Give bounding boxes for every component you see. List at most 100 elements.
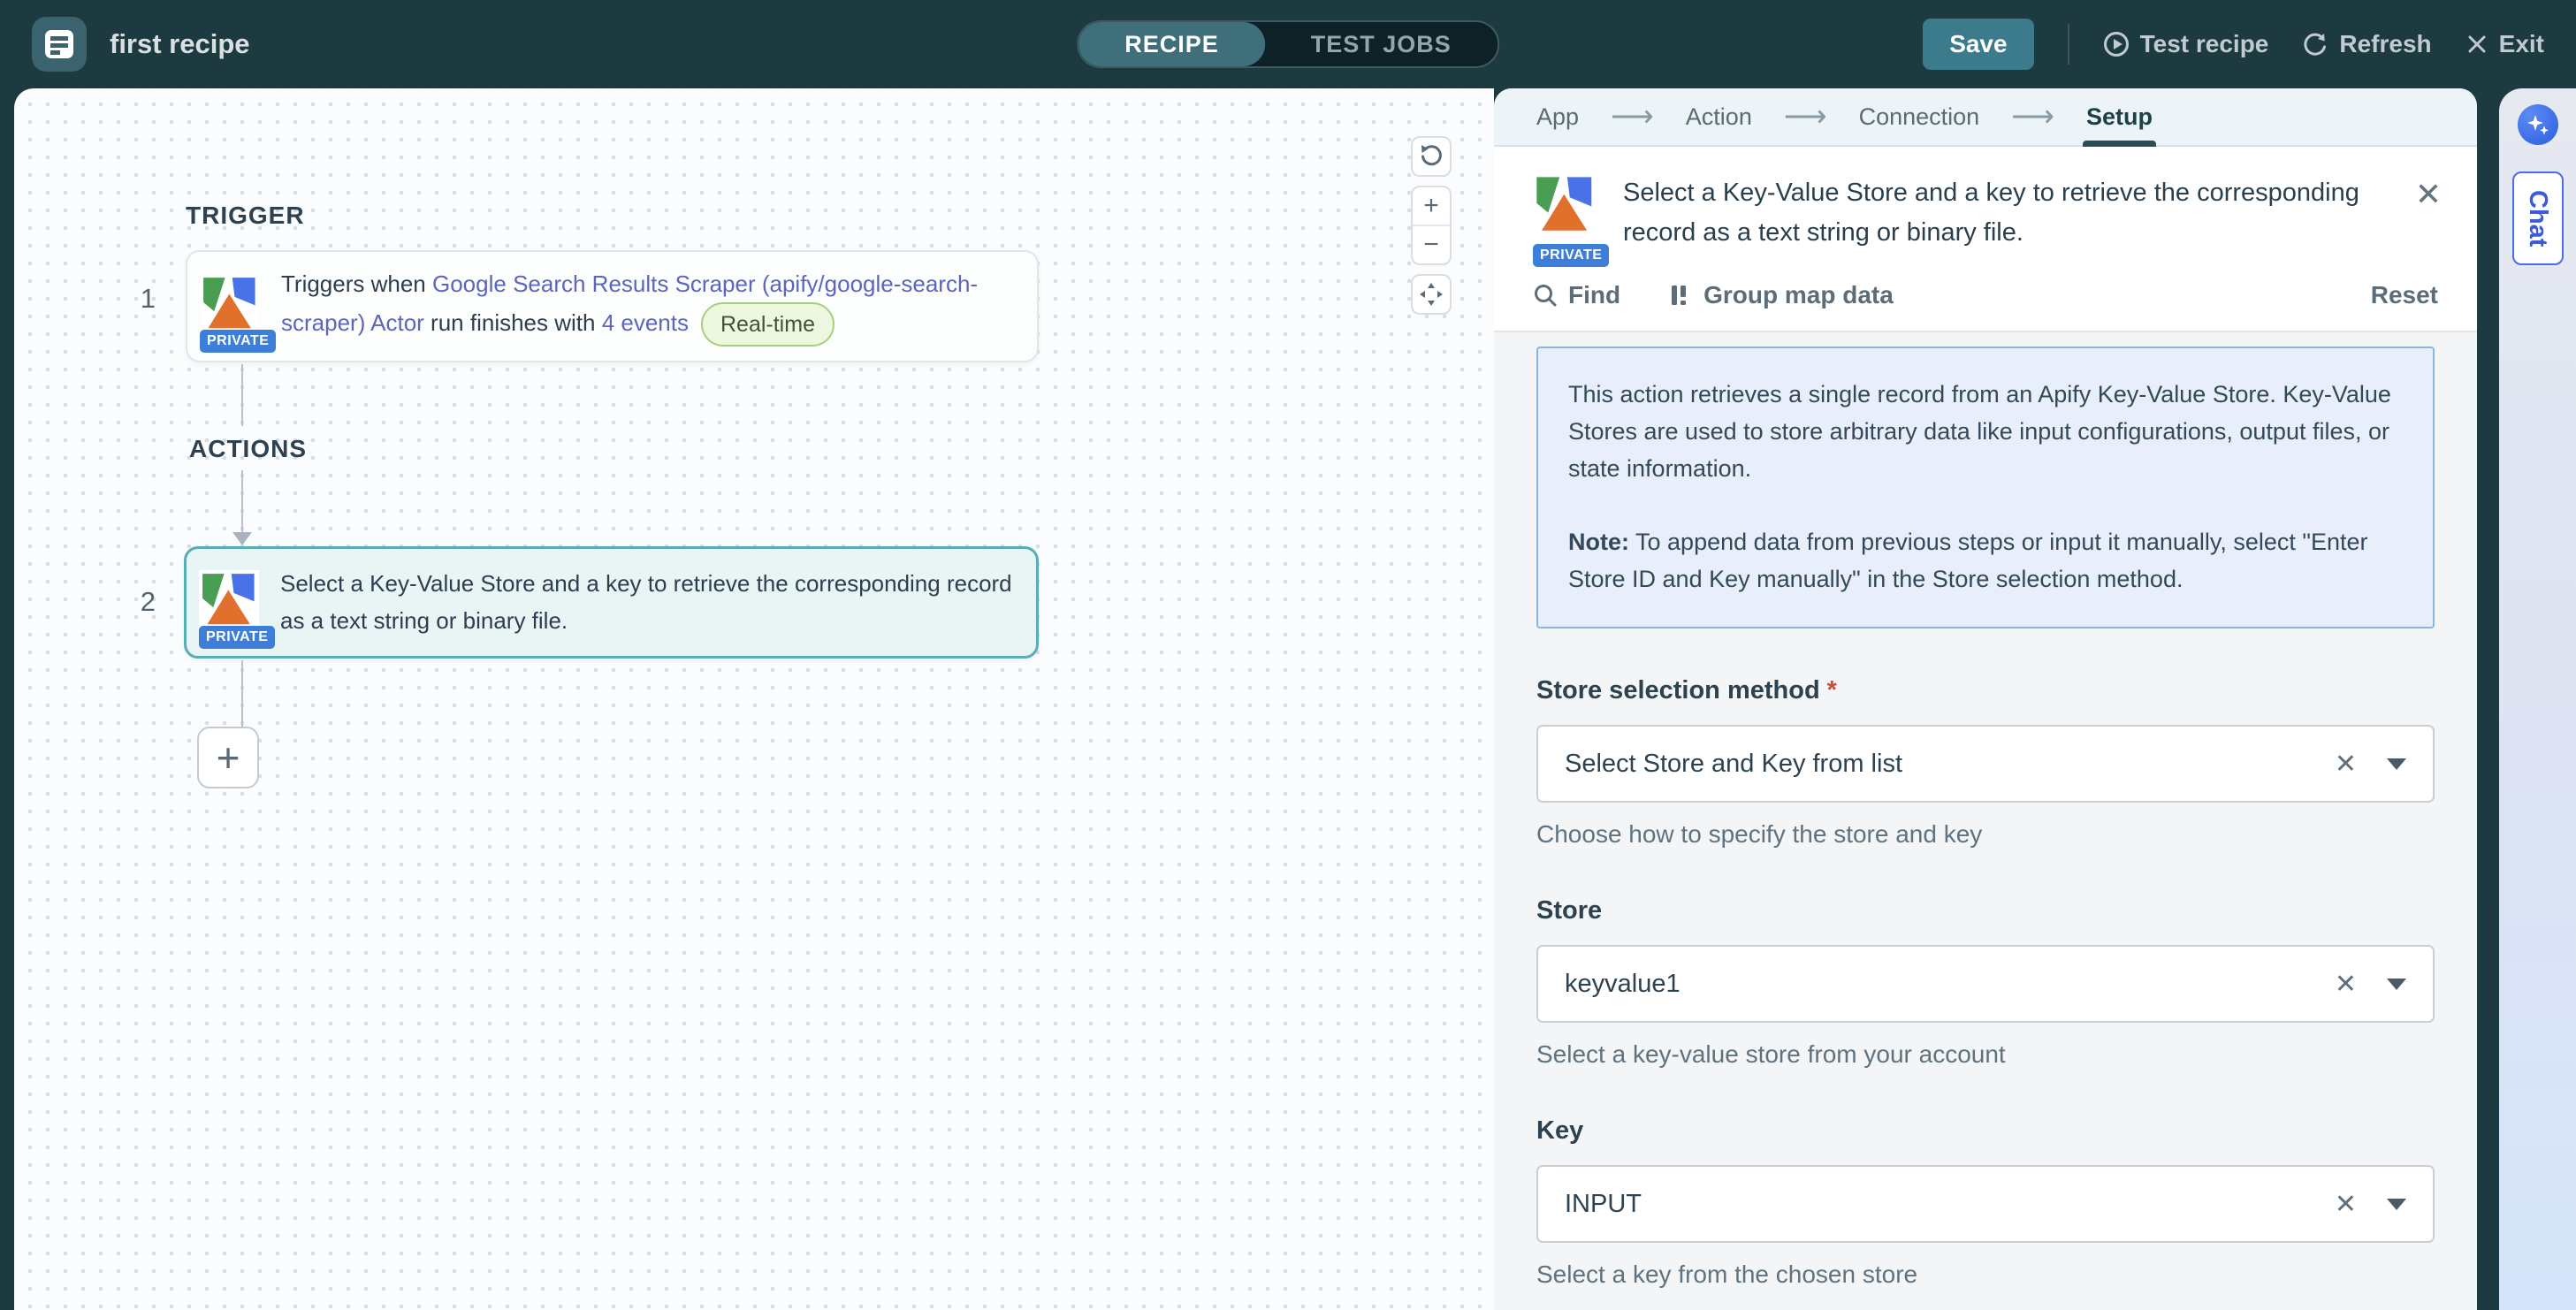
trigger-text-plain: run finishes with [424,309,602,336]
field-store: Store keyvalue1 ✕ Select a key-value sto… [1536,896,2435,1069]
chevron-down-icon[interactable] [2387,979,2406,990]
arrow-right-icon: ⟶ [1611,102,1654,132]
field-label: Store selection method* [1536,676,2435,705]
panel-title-row: PRIVATE Select a Key-Value Store and a k… [1494,147,2477,276]
recipe-testjobs-toggle: RECIPE TEST JOBS [1077,20,1499,68]
apify-icon [1533,173,1597,237]
trigger-section-label: TRIGGER [186,202,305,230]
chevron-down-icon[interactable] [2387,1199,2406,1210]
arrow-right-icon: ⟶ [2011,102,2054,132]
group-map-data-label: Group map data [1703,281,1894,309]
page-title: first recipe [110,28,250,60]
panel-title: Select a Key-Value Store and a key to re… [1623,173,2389,253]
apify-icon [199,570,259,630]
apify-icon [200,274,260,334]
panel-appicon: PRIVATE [1533,173,1597,253]
field-helper: Select a key from the chosen store [1536,1260,2435,1289]
panel-content: This action retrieves a single record fr… [1494,332,2477,1310]
refresh-label: Refresh [2339,30,2431,58]
group-columns-icon [1670,283,1693,308]
topbar-divider [2068,24,2069,65]
required-asterisk: * [1827,676,1837,705]
exit-label: Exit [2499,30,2544,58]
zoom-out-button[interactable]: − [1413,226,1450,263]
zoom-in-button[interactable]: + [1413,187,1450,226]
private-badge: PRIVATE [199,626,275,649]
breadcrumb-setup[interactable]: Setup [2086,88,2153,145]
canvas-controls: + − [1411,136,1452,315]
actions-section-label: ACTIONS [189,435,307,463]
fit-view-icon [1419,282,1444,307]
events-link[interactable]: 4 events [602,309,689,336]
trigger-node-appicon: PRIVATE [200,274,260,339]
action-description-box: This action retrieves a single record fr… [1536,347,2435,628]
search-icon [1533,283,1558,308]
test-recipe-label: Test recipe [2140,30,2269,58]
description-note: Note: To append data from previous steps… [1568,524,2403,598]
chat-button[interactable]: Chat [2512,171,2564,265]
store-selection-method-select[interactable]: Select Store and Key from list ✕ [1536,725,2435,803]
refresh-button[interactable]: Refresh [2302,30,2431,58]
panel-close-button[interactable]: ✕ [2415,175,2442,214]
store-select[interactable]: keyvalue1 ✕ [1536,945,2435,1023]
connector-line [241,364,243,426]
close-icon [2465,33,2488,56]
clear-icon[interactable]: ✕ [2335,969,2357,1000]
action-node-selected[interactable]: PRIVATE Select a Key-Value Store and a k… [184,546,1039,659]
description-paragraph: This action retrieves a single record fr… [1568,377,2403,488]
field-label: Key [1536,1116,2435,1146]
breadcrumb-app[interactable]: App [1536,88,1579,145]
workflow-canvas[interactable]: + − TRIGGER 1 PRIVATE Triggers when [14,88,1494,1310]
private-badge: PRIVATE [1533,244,1609,267]
app-logo[interactable] [32,17,87,72]
node-number-1: 1 [120,283,156,315]
note-text: To append data from previous steps or in… [1568,529,2368,592]
connector-line [241,660,243,727]
reset-button[interactable]: Reset [2371,281,2438,309]
refresh-icon [2302,31,2328,57]
select-value: INPUT [1565,1190,2335,1219]
sparkles-icon [2526,112,2550,137]
test-recipe-button[interactable]: Test recipe [2103,30,2269,58]
select-value: keyvalue1 [1565,970,2335,999]
clear-icon[interactable]: ✕ [2335,749,2357,780]
top-bar: first recipe RECIPE TEST JOBS Save Test … [0,0,2576,88]
recipe-document-icon [43,28,75,60]
clear-icon[interactable]: ✕ [2335,1189,2357,1220]
chevron-down-icon[interactable] [2387,758,2406,770]
group-map-data-button[interactable]: Group map data [1670,281,1894,309]
breadcrumb-action[interactable]: Action [1686,88,1752,145]
tab-test-jobs[interactable]: TEST JOBS [1265,22,1498,66]
connector-line [241,470,243,534]
exit-button[interactable]: Exit [2465,30,2544,58]
breadcrumb-connection[interactable]: Connection [1859,88,1980,145]
tab-recipe[interactable]: RECIPE [1078,22,1265,66]
connector-arrowhead [232,532,252,545]
brand: first recipe [32,17,250,72]
key-select[interactable]: INPUT ✕ [1536,1165,2435,1243]
save-button[interactable]: Save [1923,19,2033,70]
action-node-text: Select a Key-Value Store and a key to re… [280,566,1013,639]
trigger-node[interactable]: PRIVATE Triggers when Google Search Resu… [186,250,1039,362]
reset-view-button[interactable] [1411,136,1452,177]
trigger-text-plain: Triggers when [281,270,432,297]
fit-view-button[interactable] [1411,274,1452,315]
add-step-button[interactable]: + [197,727,259,788]
find-label: Find [1568,281,1620,309]
trigger-node-text: Triggers when Google Search Results Scra… [281,266,1014,347]
action-node-appicon: PRIVATE [199,570,259,635]
select-value: Select Store and Key from list [1565,750,2335,779]
zoom-control: + − [1411,186,1452,265]
find-button[interactable]: Find [1533,281,1620,309]
ai-assistant-button[interactable] [2518,104,2558,145]
topbar-actions: Save Test recipe Refresh Exit [1923,19,2544,70]
field-key: Key INPUT ✕ Select a key from the chosen… [1536,1116,2435,1289]
panel-breadcrumb: App ⟶ Action ⟶ Connection ⟶ Setup [1494,88,2477,147]
rotate-ccw-icon [1419,144,1444,169]
field-helper: Choose how to specify the store and key [1536,820,2435,849]
note-label: Note: [1568,529,1629,555]
setup-panel: App ⟶ Action ⟶ Connection ⟶ Setup PRIVAT… [1494,88,2477,1310]
private-badge: PRIVATE [200,330,276,353]
field-store-selection-method: Store selection method* Select Store and… [1536,676,2435,849]
field-label: Store [1536,896,2435,925]
